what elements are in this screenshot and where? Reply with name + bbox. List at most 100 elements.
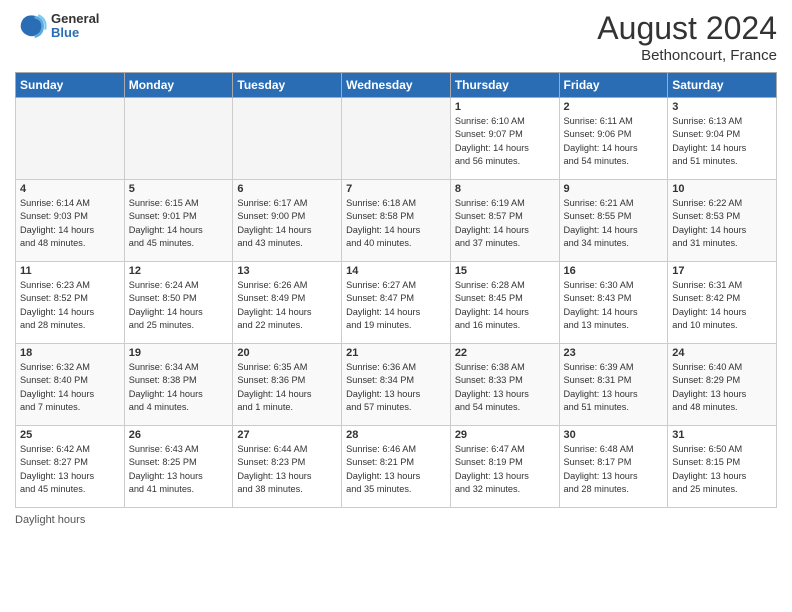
calendar-cell-0 [16, 98, 125, 180]
day-info: Sunrise: 6:39 AM Sunset: 8:31 PM Dayligh… [564, 361, 664, 414]
calendar-cell-5: 2 Sunrise: 6:11 AM Sunset: 9:06 PM Daylig… [559, 98, 668, 180]
day-info: Sunrise: 6:10 AM Sunset: 9:07 PM Dayligh… [455, 115, 555, 168]
calendar-header-row: Sunday Monday Tuesday Wednesday Thursday… [16, 73, 777, 98]
calendar-cell-28: 25 Sunrise: 6:42 AM Sunset: 8:27 PM Dayli… [16, 426, 125, 508]
calendar-cell-16: 13Sunrise: 6:26 AM Sunset: 8:49 PM Dayli… [233, 262, 342, 344]
day-number: 20 [237, 347, 337, 359]
day-number: 7 [346, 183, 446, 195]
day-info: Sunrise: 6:11 AM Sunset: 9:06 PM Dayligh… [564, 115, 664, 168]
week-row-2: 4Sunrise: 6:14 AM Sunset: 9:03 PM Daylig… [16, 180, 777, 262]
day-info: Sunrise: 6:27 AM Sunset: 8:47 PM Dayligh… [346, 279, 446, 332]
day-number: 15 [455, 265, 555, 277]
day-info: Sunrise: 6:35 AM Sunset: 8:36 PM Dayligh… [237, 361, 337, 414]
calendar-cell-34: 31 Sunrise: 6:50 AM Sunset: 8:15 PM Dayli… [668, 426, 777, 508]
day-number: 22 [455, 347, 555, 359]
day-info: Sunrise: 6:36 AM Sunset: 8:34 PM Dayligh… [346, 361, 446, 414]
calendar-cell-32: 29 Sunrise: 6:47 AM Sunset: 8:19 PM Dayli… [450, 426, 559, 508]
calendar-cell-26: 23Sunrise: 6:39 AM Sunset: 8:31 PM Dayli… [559, 344, 668, 426]
day-info: Sunrise: 6:24 AM Sunset: 8:50 PM Dayligh… [129, 279, 229, 332]
calendar-cell-15: 12 Sunrise: 6:24 AM Sunset: 8:50 PM Dayli… [124, 262, 233, 344]
day-info: Sunrise: 6:48 AM Sunset: 8:17 PM Dayligh… [564, 443, 664, 496]
day-number: 6 [237, 183, 337, 195]
location: Bethoncourt, France [597, 47, 777, 64]
day-number: 21 [346, 347, 446, 359]
day-info: Sunrise: 6:40 AM Sunset: 8:29 PM Dayligh… [672, 361, 772, 414]
day-number: 2 [564, 101, 664, 113]
logo: General Blue [15, 10, 99, 42]
day-info: Sunrise: 6:32 AM Sunset: 8:40 PM Dayligh… [20, 361, 120, 414]
logo-icon [15, 10, 47, 42]
month-year: August 2024 [597, 10, 777, 47]
day-number: 26 [129, 429, 229, 441]
day-info: Sunrise: 6:17 AM Sunset: 9:00 PM Dayligh… [237, 197, 337, 250]
day-info: Sunrise: 6:19 AM Sunset: 8:57 PM Dayligh… [455, 197, 555, 250]
day-info: Sunrise: 6:18 AM Sunset: 8:58 PM Dayligh… [346, 197, 446, 250]
calendar-cell-31: 28 Sunrise: 6:46 AM Sunset: 8:21 PM Dayli… [342, 426, 451, 508]
day-number: 25 [20, 429, 120, 441]
footer: Daylight hours [15, 514, 777, 526]
day-number: 31 [672, 429, 772, 441]
calendar-cell-3 [342, 98, 451, 180]
calendar-cell-22: 19Sunrise: 6:34 AM Sunset: 8:38 PM Dayli… [124, 344, 233, 426]
day-info: Sunrise: 6:21 AM Sunset: 8:55 PM Dayligh… [564, 197, 664, 250]
day-info: Sunrise: 6:34 AM Sunset: 8:38 PM Dayligh… [129, 361, 229, 414]
day-info: Sunrise: 6:50 AM Sunset: 8:15 PM Dayligh… [672, 443, 772, 496]
day-info: Sunrise: 6:43 AM Sunset: 8:25 PM Dayligh… [129, 443, 229, 496]
week-row-3: 11 Sunrise: 6:23 AM Sunset: 8:52 PM Dayli… [16, 262, 777, 344]
day-info: Sunrise: 6:23 AM Sunset: 8:52 PM Dayligh… [20, 279, 120, 332]
day-number: 29 [455, 429, 555, 441]
col-sunday: Sunday [16, 73, 125, 98]
week-row-1: 1 Sunrise: 6:10 AM Sunset: 9:07 PM Daylig… [16, 98, 777, 180]
calendar-cell-12: 9Sunrise: 6:21 AM Sunset: 8:55 PM Daylig… [559, 180, 668, 262]
day-number: 10 [672, 183, 772, 195]
day-info: Sunrise: 6:42 AM Sunset: 8:27 PM Dayligh… [20, 443, 120, 496]
calendar-cell-2 [233, 98, 342, 180]
calendar-cell-14: 11 Sunrise: 6:23 AM Sunset: 8:52 PM Dayli… [16, 262, 125, 344]
day-info: Sunrise: 6:26 AM Sunset: 8:49 PM Dayligh… [237, 279, 337, 332]
day-info: Sunrise: 6:15 AM Sunset: 9:01 PM Dayligh… [129, 197, 229, 250]
day-info: Sunrise: 6:47 AM Sunset: 8:19 PM Dayligh… [455, 443, 555, 496]
calendar-cell-24: 21 Sunrise: 6:36 AM Sunset: 8:34 PM Dayli… [342, 344, 451, 426]
calendar-cell-1 [124, 98, 233, 180]
day-info: Sunrise: 6:31 AM Sunset: 8:42 PM Dayligh… [672, 279, 772, 332]
day-number: 5 [129, 183, 229, 195]
calendar-cell-23: 20 Sunrise: 6:35 AM Sunset: 8:36 PM Dayli… [233, 344, 342, 426]
calendar-cell-4: 1 Sunrise: 6:10 AM Sunset: 9:07 PM Daylig… [450, 98, 559, 180]
calendar-cell-10: 7 Sunrise: 6:18 AM Sunset: 8:58 PM Daylig… [342, 180, 451, 262]
calendar-cell-18: 15 Sunrise: 6:28 AM Sunset: 8:45 PM Dayli… [450, 262, 559, 344]
calendar-cell-8: 5 Sunrise: 6:15 AM Sunset: 9:01 PM Daylig… [124, 180, 233, 262]
day-number: 18 [20, 347, 120, 359]
calendar-cell-30: 27 Sunrise: 6:44 AM Sunset: 8:23 PM Dayli… [233, 426, 342, 508]
calendar-cell-21: 18 Sunrise: 6:32 AM Sunset: 8:40 PM Dayli… [16, 344, 125, 426]
day-number: 17 [672, 265, 772, 277]
day-info: Sunrise: 6:30 AM Sunset: 8:43 PM Dayligh… [564, 279, 664, 332]
col-thursday: Thursday [450, 73, 559, 98]
calendar-cell-27: 24 Sunrise: 6:40 AM Sunset: 8:29 PM Dayli… [668, 344, 777, 426]
col-monday: Monday [124, 73, 233, 98]
day-info: Sunrise: 6:46 AM Sunset: 8:21 PM Dayligh… [346, 443, 446, 496]
calendar-cell-25: 22 Sunrise: 6:38 AM Sunset: 8:33 PM Dayli… [450, 344, 559, 426]
day-number: 12 [129, 265, 229, 277]
col-saturday: Saturday [668, 73, 777, 98]
day-number: 1 [455, 101, 555, 113]
logo-general-text: General [51, 12, 99, 26]
calendar-cell-20: 17 Sunrise: 6:31 AM Sunset: 8:42 PM Dayli… [668, 262, 777, 344]
day-number: 24 [672, 347, 772, 359]
day-info: Sunrise: 6:44 AM Sunset: 8:23 PM Dayligh… [237, 443, 337, 496]
daylight-label: Daylight hours [15, 514, 85, 526]
calendar-cell-33: 30Sunrise: 6:48 AM Sunset: 8:17 PM Dayli… [559, 426, 668, 508]
day-info: Sunrise: 6:28 AM Sunset: 8:45 PM Dayligh… [455, 279, 555, 332]
day-info: Sunrise: 6:38 AM Sunset: 8:33 PM Dayligh… [455, 361, 555, 414]
day-info: Sunrise: 6:13 AM Sunset: 9:04 PM Dayligh… [672, 115, 772, 168]
day-number: 27 [237, 429, 337, 441]
day-number: 4 [20, 183, 120, 195]
logo-text: General Blue [51, 12, 99, 41]
col-wednesday: Wednesday [342, 73, 451, 98]
page: General Blue August 2024 Bethoncourt, Fr… [0, 0, 792, 612]
day-number: 11 [20, 265, 120, 277]
day-number: 16 [564, 265, 664, 277]
col-tuesday: Tuesday [233, 73, 342, 98]
calendar-cell-9: 6 Sunrise: 6:17 AM Sunset: 9:00 PM Daylig… [233, 180, 342, 262]
calendar-cell-13: 10Sunrise: 6:22 AM Sunset: 8:53 PM Dayli… [668, 180, 777, 262]
day-number: 28 [346, 429, 446, 441]
